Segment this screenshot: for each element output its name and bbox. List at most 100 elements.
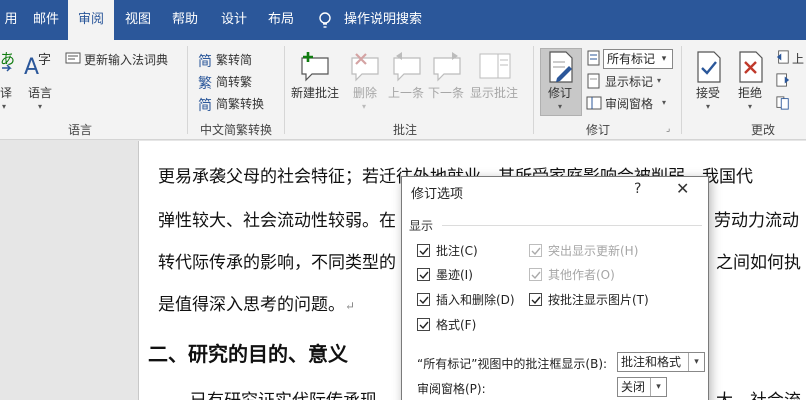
document-line-clipped: ········································… <box>158 138 488 146</box>
chevron-down-icon: ▾ <box>650 378 666 396</box>
group-divider <box>681 46 682 134</box>
to-traditional-button[interactable]: 简转繁 <box>216 73 252 90</box>
track-changes-icon <box>549 51 573 83</box>
balloons-label: “所有标记”视图中的批注框显示(B): <box>417 357 608 371</box>
tell-me-search[interactable]: 操作说明搜索 <box>344 0 422 40</box>
dialog-launcher-icon[interactable]: ⌟ <box>666 124 670 134</box>
insertions-deletions-checkbox[interactable] <box>417 293 430 306</box>
review-pane-icon <box>586 96 602 110</box>
previous-comment-button[interactable]: 上一条 <box>388 84 424 101</box>
next-change-icon <box>776 73 790 87</box>
tab-view[interactable]: 视图 <box>116 0 160 40</box>
group-tracking-label: 修订 <box>585 123 610 137</box>
track-changes-options-dialog: 修订选项 ? ✕ 显示 批注(C) 墨迹(I) 插入和删除(D) 格式(F) 突… <box>401 176 709 400</box>
reviewing-pane-select[interactable]: 关闭 ▾ <box>617 377 667 397</box>
markup-view-select[interactable]: 所有标记 ▾ <box>603 49 673 69</box>
group-comments-label: 批注 <box>392 123 417 137</box>
highlight-updates-option-label[interactable]: 突出显示更新(H) <box>548 242 638 259</box>
balloons-select[interactable]: 批注和格式 ▾ <box>617 352 705 372</box>
section-heading[interactable]: 二、研究的目的、意义 <box>148 338 348 367</box>
chevron-down-icon: ▾ <box>688 353 704 371</box>
group-changes-label: 更改 <box>750 123 775 137</box>
review-pane-button[interactable]: 审阅窗格 <box>605 95 653 112</box>
dialog-title: 修订选项 <box>411 187 464 202</box>
document-line-4[interactable]: 是值得深入思考的问题。↵ <box>158 290 355 315</box>
ribbon-tab-bar: 用 邮件 审阅 视图 帮助 设计 布局 操作说明搜索 <box>0 0 806 42</box>
show-comments-button[interactable]: 显示批注 <box>470 84 518 101</box>
document-line-2-right[interactable]: 劳动力流动 <box>714 206 799 231</box>
ink-option-label[interactable]: 墨迹(I) <box>436 266 473 283</box>
tab-help[interactable]: 帮助 <box>162 0 208 40</box>
to-simplified-icon: 简 <box>198 54 212 70</box>
close-icon[interactable]: ✕ <box>676 179 689 198</box>
help-button[interactable]: ? <box>634 181 641 197</box>
translate-button[interactable]: 译 <box>0 84 12 101</box>
new-comment-icon <box>301 52 329 82</box>
highlight-updates-checkbox[interactable] <box>529 244 542 257</box>
reviewing-pane-value: 关闭 <box>621 380 646 394</box>
group-divider <box>533 46 534 134</box>
all-markup-icon <box>587 50 600 66</box>
to-simplified-button[interactable]: 繁转简 <box>216 51 252 68</box>
tab-design[interactable]: 设计 <box>212 0 256 40</box>
svg-text:A: A <box>24 55 39 80</box>
ribbon: あ 译 ▾ A 字 语言 ▾ 更新输入法词典 语言 简 繁转简 繁 简转繁 简 … <box>0 40 806 140</box>
tab-mailings[interactable]: 邮件 <box>24 0 68 40</box>
document-line-5-right[interactable]: 大，社会流 <box>716 386 801 400</box>
show-markup-icon <box>587 73 600 89</box>
group-divider <box>187 46 188 134</box>
track-changes-dropdown[interactable]: ▾ <box>558 102 562 111</box>
insertions-deletions-option-label[interactable]: 插入和删除(D) <box>436 291 515 308</box>
other-authors-checkbox[interactable] <box>529 268 542 281</box>
next-comment-icon <box>433 52 461 82</box>
language-dropdown[interactable]: ▾ <box>38 102 42 111</box>
update-ime-dictionary-button[interactable]: 更新输入法词典 <box>84 51 168 68</box>
document-line-3-right[interactable]: 之间如何执 <box>716 248 801 273</box>
translate-dropdown[interactable]: ▾ <box>2 102 6 111</box>
accept-dropdown[interactable]: ▾ <box>706 102 710 111</box>
comments-checkbox[interactable] <box>417 244 430 257</box>
next-comment-button[interactable]: 下一条 <box>428 84 464 101</box>
chinese-convert-button[interactable]: 简繁转换 <box>216 95 264 112</box>
comments-option-label[interactable]: 批注(C) <box>436 242 478 259</box>
show-markup-button[interactable]: 显示标记 <box>605 73 653 90</box>
word-window: 用 邮件 审阅 视图 帮助 设计 布局 操作说明搜索 あ 译 ▾ A 字 语言 … <box>0 0 806 400</box>
tab-references[interactable]: 用 <box>0 0 22 40</box>
new-comment-button[interactable]: 新建批注 <box>291 84 339 101</box>
previous-comment-icon <box>393 52 421 82</box>
document-line-2[interactable]: 弹性较大、社会流动性较弱。在 <box>158 206 396 231</box>
document-line-3[interactable]: 转代际传承的影响，不同类型的 <box>158 248 396 273</box>
language-button[interactable]: 语言 <box>28 84 52 101</box>
track-changes-label: 修订 <box>548 86 573 100</box>
previous-change-icon <box>776 50 789 64</box>
tab-layout[interactable]: 布局 <box>258 0 304 40</box>
group-divider <box>284 46 285 134</box>
review-pane-dropdown[interactable]: ▾ <box>662 98 666 107</box>
lightbulb-icon <box>319 12 331 28</box>
translate-icon: あ <box>0 50 15 72</box>
language-icon: A 字 <box>24 53 51 80</box>
other-authors-option-label[interactable]: 其他作者(O) <box>548 266 615 283</box>
show-comments-icon <box>479 53 511 79</box>
ink-checkbox[interactable] <box>417 268 430 281</box>
document-line-5[interactable]: 已有研究证实代际传承现 <box>190 386 377 400</box>
chevron-down-icon: ▾ <box>661 54 667 64</box>
delete-comment-icon <box>351 53 379 82</box>
accept-button[interactable]: 接受 <box>696 84 720 101</box>
pictures-by-comments-checkbox[interactable] <box>529 293 542 306</box>
formatting-checkbox[interactable] <box>417 318 430 331</box>
reject-dropdown[interactable]: ▾ <box>748 102 752 111</box>
delete-dropdown[interactable]: ▾ <box>362 102 366 111</box>
previous-change-button[interactable]: 上 <box>792 50 804 67</box>
document-line-4-text: 是值得深入思考的问题。 <box>158 295 345 315</box>
delete-comment-button[interactable]: 删除 <box>353 84 377 101</box>
tab-review[interactable]: 审阅 <box>68 0 114 42</box>
svg-text:字: 字 <box>38 53 51 68</box>
convert-icon: 简 <box>198 98 212 114</box>
show-markup-dropdown[interactable]: ▾ <box>657 76 661 85</box>
formatting-option-label[interactable]: 格式(F) <box>436 316 476 333</box>
reject-button[interactable]: 拒绝 <box>738 84 762 101</box>
pictures-by-comments-option-label[interactable]: 按批注显示图片(T) <box>548 291 649 308</box>
group-chinese-label: 中文简繁转换 <box>199 123 272 137</box>
compare-icon <box>776 96 789 110</box>
